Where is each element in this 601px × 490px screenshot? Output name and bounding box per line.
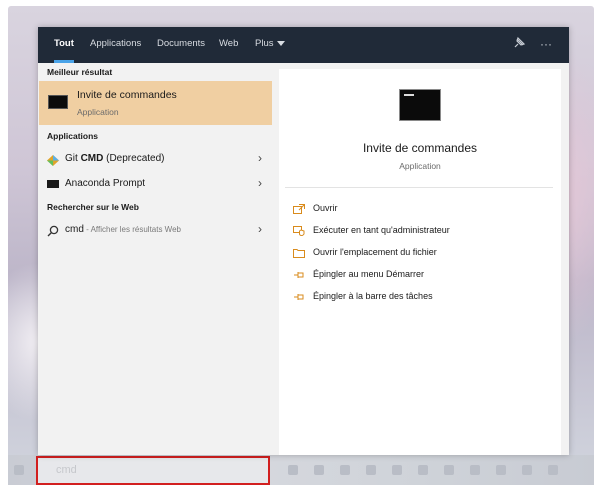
more-options-icon[interactable]: ··· bbox=[538, 36, 554, 52]
taskbar-app-icon[interactable] bbox=[444, 465, 454, 475]
taskbar-app-icon[interactable] bbox=[366, 465, 376, 475]
tab-all[interactable]: Tout bbox=[54, 27, 74, 63]
taskbar-app-icon[interactable] bbox=[314, 465, 324, 475]
start-icon[interactable] bbox=[14, 465, 24, 475]
pin-icon bbox=[293, 270, 305, 280]
list-item-web-search[interactable]: cmd - Afficher les résultats Web › bbox=[39, 219, 272, 241]
divider bbox=[285, 187, 553, 188]
best-match-heading: Meilleur résultat bbox=[47, 67, 113, 77]
list-item-label: Git CMD (Deprecated) bbox=[65, 153, 165, 164]
best-match-title: Invite de commandes bbox=[77, 89, 177, 101]
start-search-panel: Tout Applications Documents Web Plus ···… bbox=[38, 27, 569, 455]
taskbar-search-input[interactable]: cmd bbox=[36, 456, 270, 485]
taskbar-app-icon[interactable] bbox=[418, 465, 428, 475]
taskbar-app-icon[interactable] bbox=[522, 465, 532, 475]
tab-label: Applications bbox=[90, 38, 142, 49]
folder-location-icon bbox=[293, 248, 305, 258]
tab-documents[interactable]: Documents bbox=[157, 27, 205, 63]
tab-web[interactable]: Web bbox=[219, 27, 238, 63]
action-label: Épingler à la barre des tâches bbox=[313, 291, 433, 301]
taskbar-app-icon[interactable] bbox=[340, 465, 350, 475]
action-label: Ouvrir bbox=[313, 203, 338, 213]
details-pane: Invite de commandes Application Ouvrir E… bbox=[279, 69, 561, 455]
tab-label: Web bbox=[219, 38, 239, 49]
pin-icon bbox=[293, 292, 305, 302]
search-filter-bar: Tout Applications Documents Web Plus ··· bbox=[38, 27, 569, 63]
applications-heading: Applications bbox=[47, 131, 99, 141]
best-match-subtitle: Application bbox=[77, 107, 119, 117]
taskbar-app-icon[interactable] bbox=[496, 465, 506, 475]
taskbar-app-icon[interactable] bbox=[288, 465, 298, 475]
tab-more[interactable]: Plus bbox=[255, 27, 286, 63]
tab-label: Tout bbox=[54, 38, 74, 49]
command-prompt-icon bbox=[48, 95, 68, 109]
taskbar-app-icon[interactable] bbox=[392, 465, 402, 475]
details-title: Invite de commandes bbox=[362, 141, 478, 155]
chevron-right-icon[interactable]: › bbox=[258, 176, 262, 190]
action-label: Épingler au menu Démarrer bbox=[313, 269, 425, 279]
list-item-anaconda-prompt[interactable]: Anaconda Prompt › bbox=[39, 173, 272, 195]
chevron-down-icon bbox=[277, 40, 286, 46]
list-item-label: cmd - Afficher les résultats Web bbox=[65, 224, 181, 235]
terminal-icon bbox=[47, 180, 59, 188]
feedback-pin-icon[interactable] bbox=[511, 36, 527, 52]
tab-applications[interactable]: Applications bbox=[90, 27, 141, 63]
search-input-text: cmd bbox=[56, 464, 77, 476]
action-label: Ouvrir l'emplacement du fichier bbox=[313, 247, 437, 257]
best-match-item[interactable]: Invite de commandes Application bbox=[39, 81, 272, 125]
taskbar-app-icon[interactable] bbox=[548, 465, 558, 475]
web-search-heading: Rechercher sur le Web bbox=[47, 202, 139, 212]
chevron-right-icon[interactable]: › bbox=[258, 151, 262, 165]
command-prompt-icon bbox=[399, 89, 441, 121]
list-item-git-cmd[interactable]: Git CMD (Deprecated) › bbox=[39, 148, 272, 170]
git-icon bbox=[47, 153, 59, 166]
list-item-label: Anaconda Prompt bbox=[65, 178, 146, 189]
tab-label: Documents bbox=[157, 38, 206, 49]
tab-label: Plus bbox=[255, 38, 274, 49]
search-icon bbox=[47, 224, 59, 237]
chevron-right-icon[interactable]: › bbox=[258, 222, 262, 236]
details-subtitle: Application bbox=[399, 161, 441, 171]
results-list: Meilleur résultat Invite de commandes Ap… bbox=[38, 63, 275, 455]
shield-admin-icon bbox=[293, 226, 305, 237]
taskbar-app-icon[interactable] bbox=[470, 465, 480, 475]
action-label: Exécuter en tant qu'administrateur bbox=[313, 225, 450, 235]
open-icon bbox=[293, 204, 305, 214]
